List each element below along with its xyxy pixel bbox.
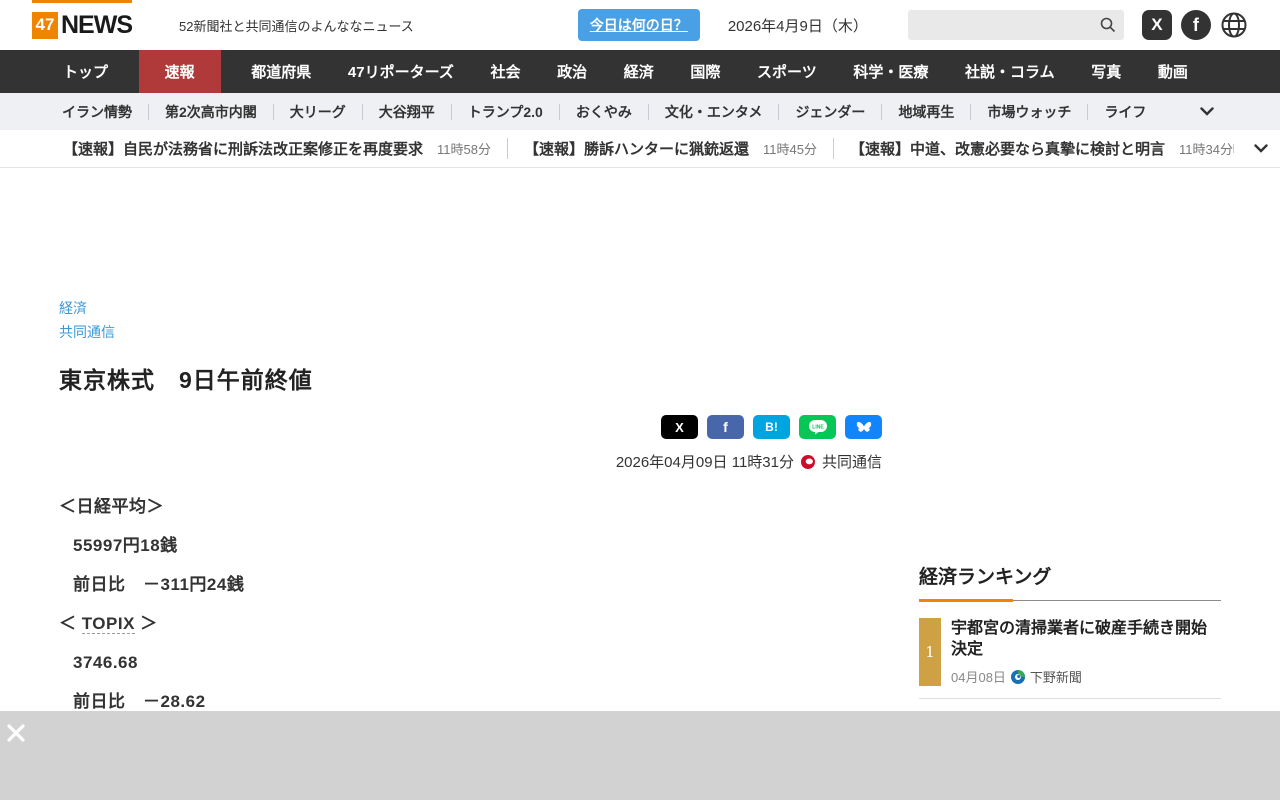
nav-item-sokuho[interactable]: 速報: [138, 50, 221, 93]
search-box[interactable]: [907, 10, 1124, 40]
breadcrumb-link-keizai[interactable]: 経済: [59, 296, 87, 320]
today-topic-button[interactable]: 今日は何の日？: [577, 9, 700, 41]
facebook-icon[interactable]: f: [1180, 10, 1211, 40]
ticker-time: 11時58分: [437, 142, 491, 157]
article-title: 東京株式 9日午前終値: [59, 367, 313, 393]
sub-nav-item-okuyami[interactable]: おくやみ: [558, 103, 648, 120]
article-body-line: 55997円18銭: [73, 536, 178, 555]
ranking-item-meta: 04月08日 下野新聞: [951, 667, 1221, 686]
nav-item-sports[interactable]: スポーツ: [751, 50, 823, 93]
sub-nav-item-gender[interactable]: ジェンダー: [778, 103, 881, 120]
search-input[interactable]: [907, 10, 1100, 40]
sub-nav-item-ohtani[interactable]: 大谷翔平: [361, 103, 451, 120]
sub-nav-item-mlb[interactable]: 大リーグ: [272, 103, 362, 120]
line-icon: LINE: [808, 420, 827, 435]
share-buttons: X f B! LINE: [59, 415, 882, 439]
header-social-icons: X f: [1141, 10, 1248, 40]
x-twitter-icon[interactable]: X: [1141, 10, 1172, 40]
shimotsuke-shimbun-icon: [1010, 669, 1025, 684]
nav-item-doga[interactable]: 動画: [1152, 50, 1194, 93]
ticker-item[interactable]: 【速報】中道、改憲必要なら真摯に検討と明言 11時34分: [832, 138, 1233, 159]
ticker-item[interactable]: 【速報】勝訴ハンターに猟銃返還 11時45分: [506, 138, 817, 159]
nav-item-keizai[interactable]: 経済: [618, 50, 660, 93]
publish-source[interactable]: 共同通信: [822, 451, 882, 472]
site-tagline: 52新聞社と共同通信のよんななニュース: [179, 18, 414, 34]
sub-nav: イラン情勢 第2次高市内閣 大リーグ 大谷翔平 トランプ2.0 おくやみ 文化・エンタメ ジェ…: [0, 93, 1280, 130]
nav-item-seiji[interactable]: 政治: [551, 50, 593, 93]
breaking-news-ticker: 【速報】自民が法務省に刑訴法改正案修正を再度要求 11時58分 【速報】勝訴ハンター…: [0, 130, 1280, 168]
nav-item-todofuken[interactable]: 都道府県: [245, 50, 317, 93]
article-body-line: 前日比 －311円24銭: [73, 575, 245, 594]
ranking-item-source: 下野新聞: [1029, 670, 1082, 685]
ticker-chevron-down-icon[interactable]: [1232, 144, 1268, 153]
logo-47-icon: 47: [32, 11, 58, 39]
sidebar: 経済ランキング 1宇都宮の清掃業者に破産手続き開始決定04月08日下野新聞2那須…: [919, 168, 1221, 783]
nav-item-kagaku-iryo[interactable]: 科学・医療: [847, 50, 934, 93]
share-bluesky-button[interactable]: [845, 415, 882, 439]
share-facebook-button[interactable]: f: [707, 415, 744, 439]
ticker-title: 【速報】中道、改憲必要なら真摯に検討と明言: [849, 141, 1165, 158]
keyword-link[interactable]: TOPIX: [81, 614, 135, 634]
hatena-icon: B!: [765, 420, 778, 434]
breadcrumb: 経済 共同通信: [59, 296, 882, 344]
sub-nav-chevron-down-icon[interactable]: [1200, 107, 1214, 116]
rank-badge: 1: [919, 618, 941, 686]
logo-news-text: NEWS: [61, 10, 133, 39]
bluesky-butterfly-icon: [856, 421, 871, 432]
globe-icon[interactable]: [1220, 11, 1248, 39]
nav-item-shasetsu-column[interactable]: 社説・コラム: [959, 50, 1061, 93]
ad-close-icon[interactable]: [5, 722, 27, 744]
nav-item-shashin[interactable]: 写真: [1085, 50, 1127, 93]
share-hatena-button[interactable]: B!: [753, 415, 790, 439]
ranking-item-title: 宇都宮の清掃業者に破産手続き開始決定: [951, 620, 1208, 658]
nav-item-shakai[interactable]: 社会: [484, 50, 526, 93]
sub-nav-item-culture-entertainment[interactable]: 文化・エンタメ: [647, 103, 779, 120]
kyodo-news-icon: [800, 454, 815, 469]
article-body-line: 前日比 －28.62: [73, 692, 206, 711]
site-logo[interactable]: 47 NEWS: [32, 0, 133, 50]
publish-info: 2026年04月09日 11時31分 共同通信: [59, 451, 882, 472]
ranking-item[interactable]: 1 宇都宮の清掃業者に破産手続き開始決定 04月08日 下野新聞: [919, 618, 1221, 699]
article-body-line: ＜ TOPIX ＞: [59, 614, 158, 634]
ranking-divider: [919, 599, 1221, 602]
ticker-title: 【速報】勝訴ハンターに猟銃返還: [523, 141, 749, 158]
share-x-button[interactable]: X: [661, 415, 698, 439]
ticker-time: 11時34分: [1178, 142, 1233, 157]
ranking-item-date: 04月08日: [951, 670, 1006, 685]
share-line-button[interactable]: LINE: [799, 415, 836, 439]
svg-text:LINE: LINE: [812, 425, 824, 431]
sub-nav-item-iran[interactable]: イラン情勢: [46, 104, 148, 120]
breadcrumb-link-kyodo[interactable]: 共同通信: [59, 320, 115, 344]
ranking-heading: 経済ランキング: [919, 567, 1052, 588]
facebook-f-icon: f: [723, 419, 728, 435]
sub-nav-item-chiiki-saisei[interactable]: 地域再生: [881, 103, 970, 120]
today-topic-label: 今日は何の日？: [589, 17, 688, 33]
article-body: ＜日経平均＞ 55997円18銭前日比 －311円24銭 ＜ TOPIX ＞ 3746…: [59, 497, 882, 712]
article-body-line: ＜日経平均＞: [59, 497, 164, 516]
nav-item-kokusai[interactable]: 国際: [684, 50, 726, 93]
publish-datetime: 2026年04月09日 11時31分: [615, 454, 794, 471]
main-nav: トップ 速報 都道府県 47リポーターズ 社会 政治 経済 国際 スポーツ 科学・医療 社説・コラム…: [0, 50, 1280, 93]
search-icon[interactable]: [1100, 17, 1116, 33]
bottom-ad-banner: [0, 711, 1280, 800]
nav-item-47reporters[interactable]: 47リポーターズ: [342, 50, 460, 93]
header-date: 2026年4月9日（木）: [727, 17, 868, 35]
sub-nav-item-takaichi-cabinet[interactable]: 第2次高市内閣: [148, 103, 273, 120]
sub-nav-item-life[interactable]: ライフ: [1087, 103, 1162, 120]
sub-nav-item-market-watch[interactable]: 市場ウォッチ: [970, 103, 1087, 120]
x-icon: X: [675, 419, 684, 435]
article-column: 経済 共同通信 東京株式 9日午前終値 X f B! LINE 2026年04月0…: [59, 168, 882, 783]
site-header: 47 NEWS 52新聞社と共同通信のよんななニュース 今日は何の日？ 2026…: [0, 0, 1280, 50]
nav-item-top[interactable]: トップ: [57, 50, 114, 93]
ticker-item[interactable]: 【速報】自民が法務省に刑訴法改正案修正を再度要求 11時58分: [63, 138, 491, 159]
main-content: 経済 共同通信 東京株式 9日午前終値 X f B! LINE 2026年04月0…: [59, 168, 1221, 783]
sub-nav-item-trump2[interactable]: トランプ2.0: [450, 103, 559, 120]
ticker-title: 【速報】自民が法務省に刑訴法改正案修正を再度要求: [63, 141, 424, 158]
article-body-line: 3746.68: [73, 653, 138, 672]
ticker-time: 11時45分: [763, 142, 817, 157]
